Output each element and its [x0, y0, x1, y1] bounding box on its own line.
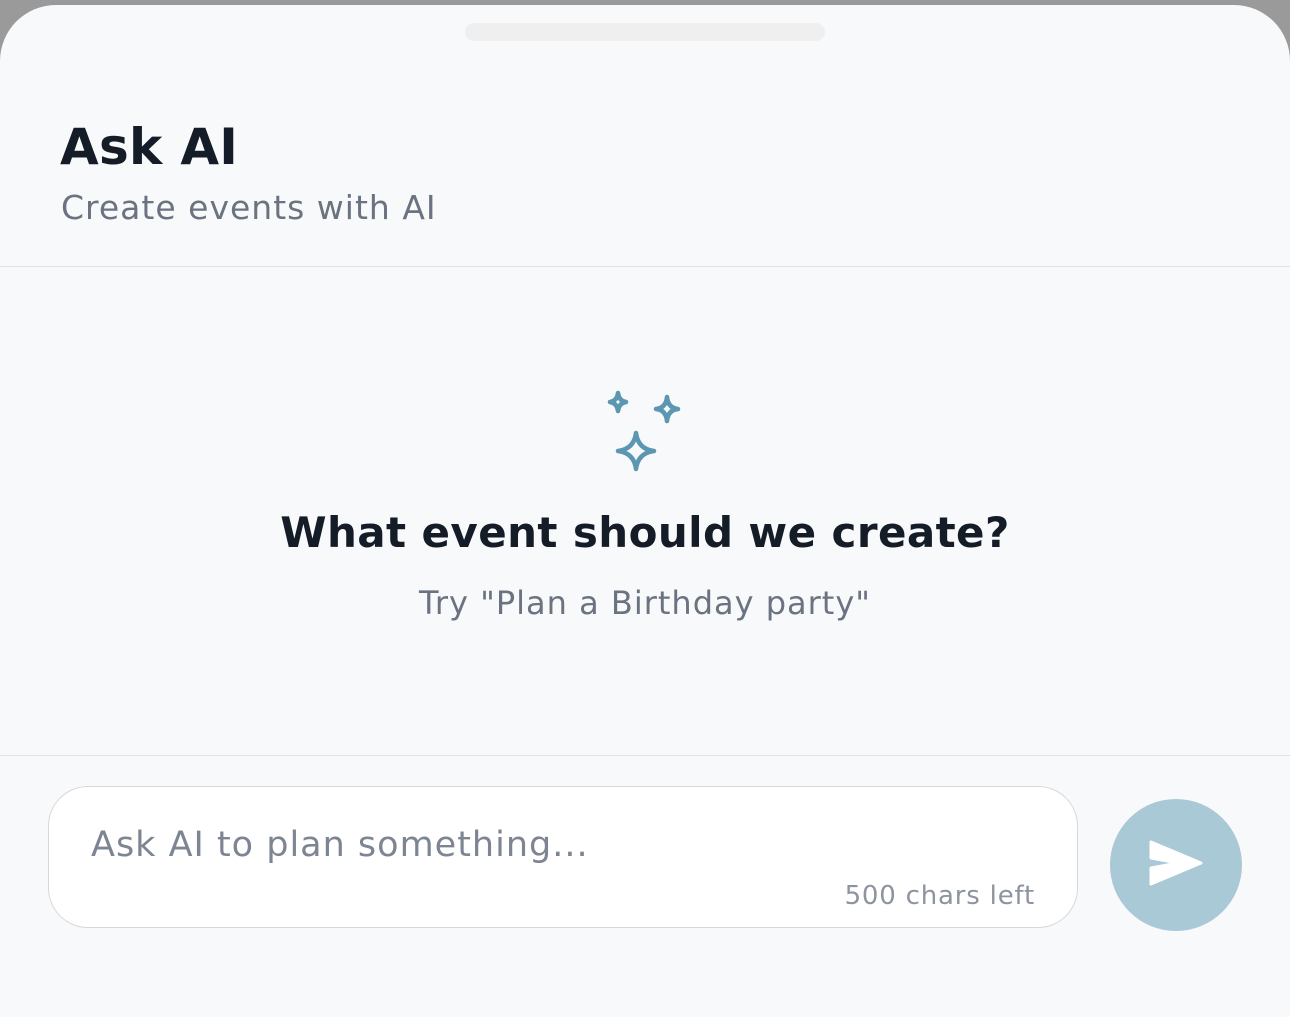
ai-prompt-input[interactable] [91, 817, 1031, 873]
send-button[interactable] [1110, 799, 1242, 931]
empty-state-hint: Try "Plan a Birthday party" [419, 584, 871, 622]
empty-state-title: What event should we create? [280, 508, 1010, 557]
send-icon [1149, 840, 1203, 886]
chars-left-counter: 500 chars left [844, 881, 1035, 911]
sheet-header: Ask AI Create events with AI [0, 5, 1290, 267]
page-subtitle: Create events with AI [61, 188, 437, 227]
page-title: Ask AI [60, 118, 239, 176]
ask-ai-sheet: Ask AI Create events with AI What event … [0, 5, 1290, 1017]
sparkles-icon [607, 390, 681, 472]
empty-state: What event should we create? Try "Plan a… [0, 267, 1290, 756]
ai-prompt-composer: 500 chars left [48, 786, 1078, 928]
